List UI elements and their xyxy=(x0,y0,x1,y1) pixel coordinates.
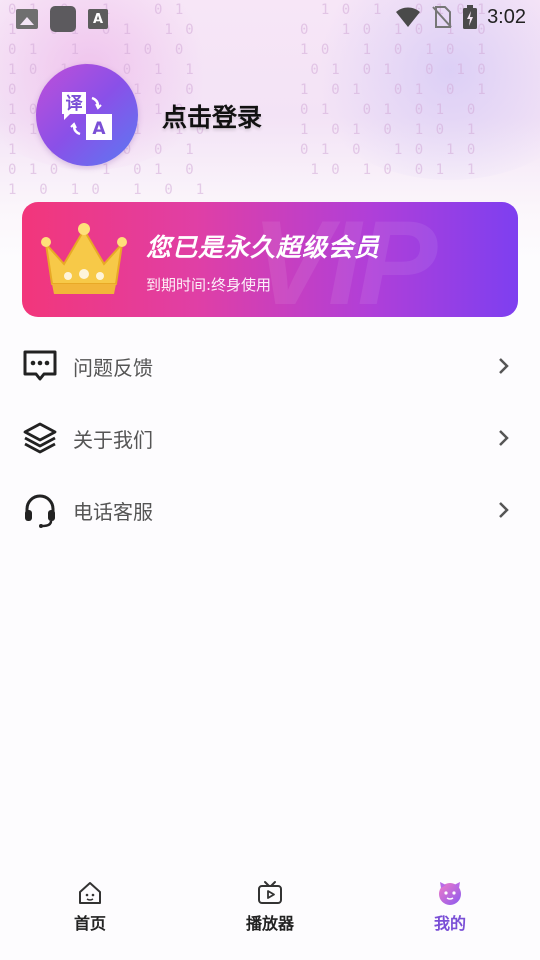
avatar[interactable]: 译 A xyxy=(36,64,138,166)
vip-expire-text: 到期时间:终身使用 xyxy=(146,276,272,294)
nav-tab-player[interactable]: 播放器 xyxy=(210,880,330,934)
menu-item-phone-support[interactable]: 电话客服 xyxy=(0,474,540,546)
vip-card[interactable]: VIP 您已是永久超级会员 到期时间:终身使用 xyxy=(22,202,518,317)
home-icon xyxy=(79,882,101,904)
menu-label: 问题反馈 xyxy=(73,355,153,380)
svg-text:译: 译 xyxy=(66,94,84,114)
font-a-icon: A xyxy=(88,9,108,29)
login-link[interactable]: 点击登录 xyxy=(162,98,262,134)
settings-menu: 问题反馈 关于我们 电话客服 xyxy=(0,330,540,546)
menu-label: 关于我们 xyxy=(73,427,153,452)
translate-app-logo: 译 A xyxy=(62,92,112,140)
wifi-icon xyxy=(396,7,421,27)
profile-face-icon xyxy=(439,882,461,905)
chevron-right-icon xyxy=(499,502,509,518)
menu-label: 电话客服 xyxy=(73,499,153,524)
nav-label: 我的 xyxy=(433,914,466,933)
nav-label: 播放器 xyxy=(245,914,294,933)
chevron-right-icon xyxy=(499,358,509,374)
no-sim-icon xyxy=(432,6,452,28)
crown-icon xyxy=(41,223,127,294)
clock-time: 3:02 xyxy=(487,5,526,28)
svg-text:A: A xyxy=(92,119,106,139)
nav-tab-mine[interactable]: 我的 xyxy=(390,880,510,934)
tv-play-icon xyxy=(258,881,282,904)
headset-icon xyxy=(25,494,55,528)
menu-item-about[interactable]: 关于我们 xyxy=(0,402,540,474)
status-bar: A 3:02 xyxy=(0,0,540,36)
chevron-right-icon xyxy=(499,430,509,446)
app-square-icon xyxy=(50,6,76,32)
bottom-navigation: 首页 播放器 我的 xyxy=(0,876,540,960)
gallery-icon xyxy=(16,9,38,29)
nav-label: 首页 xyxy=(73,914,106,933)
nav-tab-home[interactable]: 首页 xyxy=(30,880,150,934)
menu-item-feedback[interactable]: 问题反馈 xyxy=(0,330,540,402)
battery-charging-icon xyxy=(463,5,478,29)
vip-title: 您已是永久超级会员 xyxy=(146,233,381,262)
feedback-chat-icon xyxy=(23,350,57,381)
layers-icon xyxy=(23,422,57,454)
